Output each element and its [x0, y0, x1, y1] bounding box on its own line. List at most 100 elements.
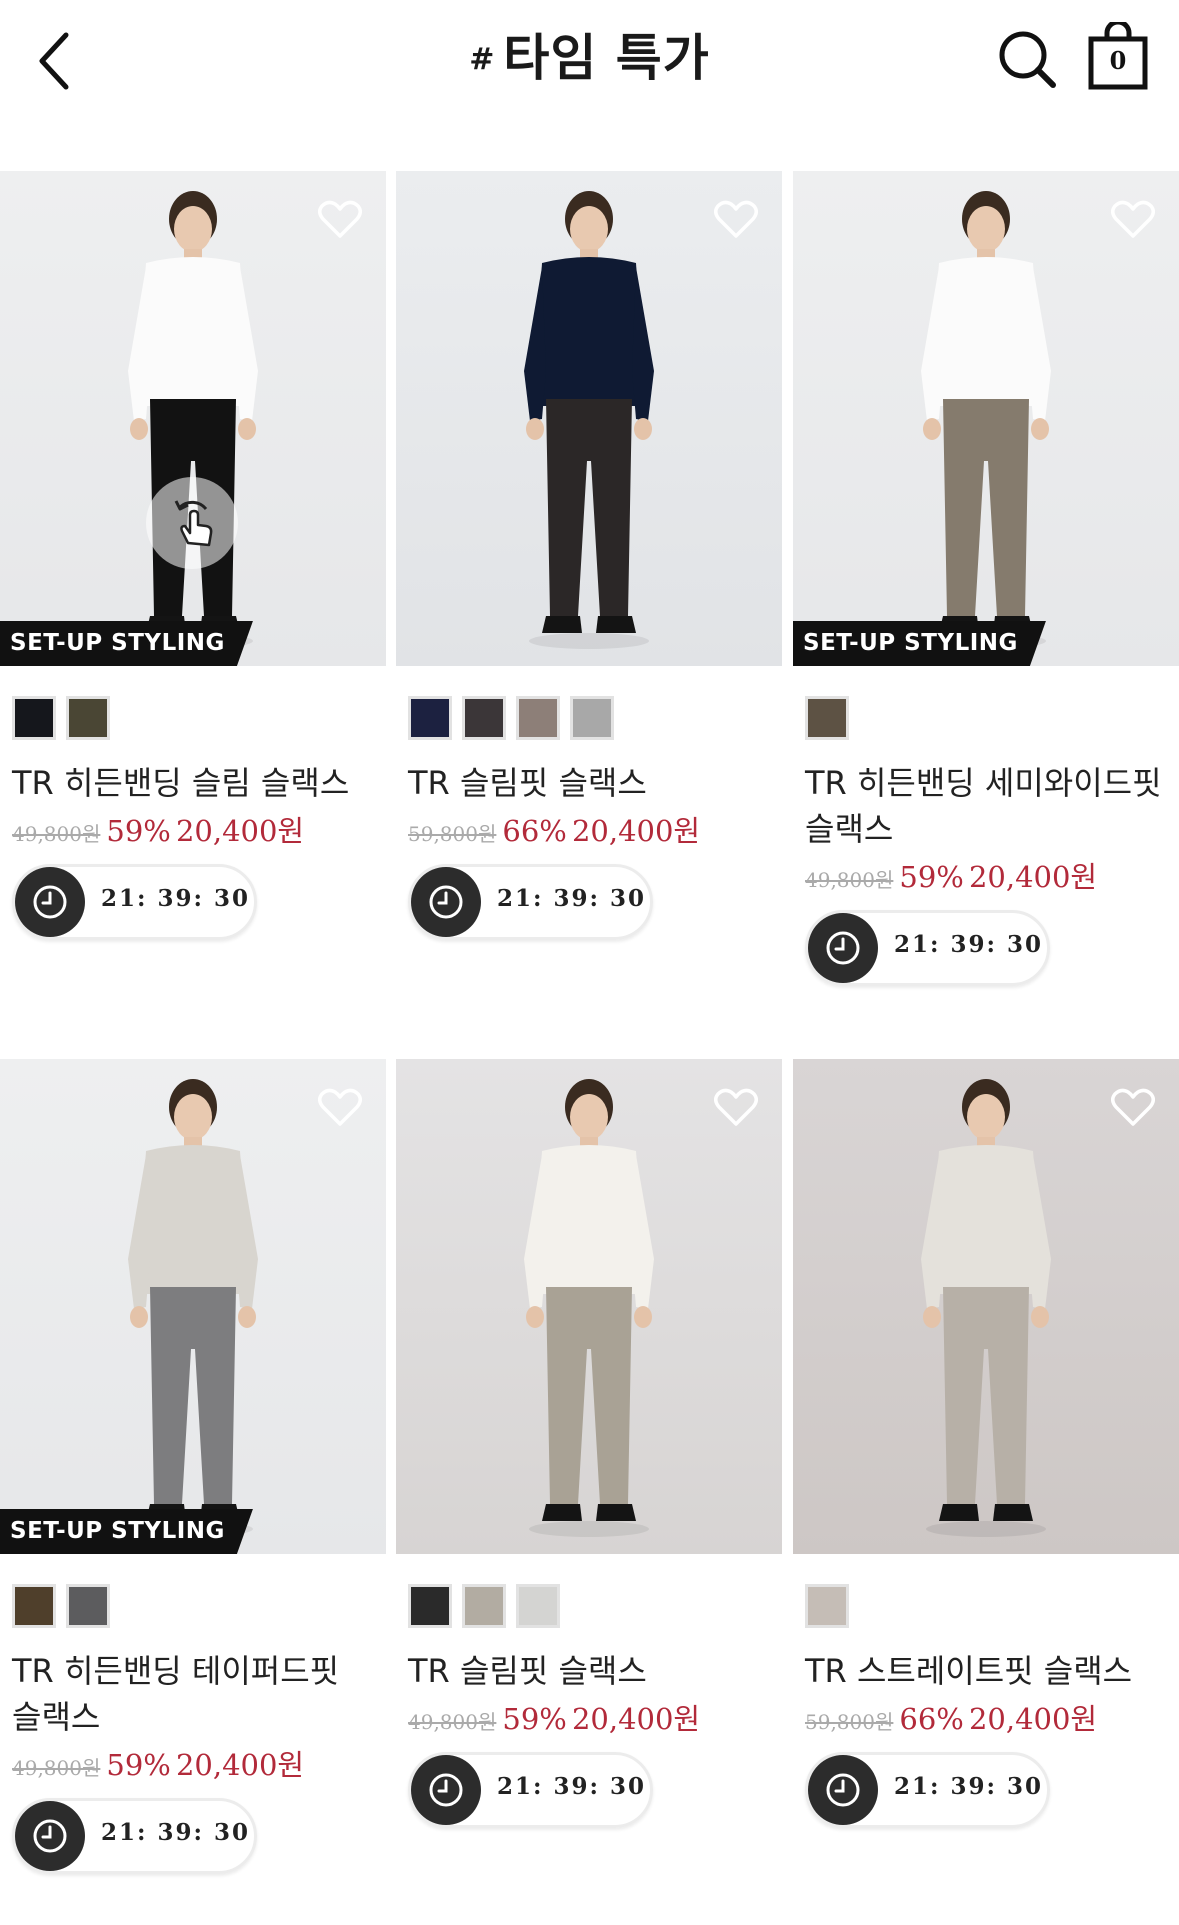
- setup-styling-badge: SET-UP STYLING: [0, 621, 253, 666]
- product-photo[interactable]: SET-UP STYLING: [793, 171, 1179, 666]
- clock-icon: [429, 1773, 463, 1807]
- color-swatch[interactable]: [66, 1584, 110, 1628]
- product-photo-figure: [921, 1079, 1051, 1537]
- heart-icon[interactable]: [1111, 199, 1155, 239]
- product-photo-figure: [128, 191, 258, 649]
- heart-icon[interactable]: [714, 199, 758, 239]
- color-swatches: [408, 1584, 782, 1628]
- countdown-timer: 21: 39: 30: [12, 1798, 257, 1874]
- clock-icon-wrap: [15, 1801, 85, 1871]
- original-price: 49,800원: [12, 1756, 101, 1780]
- price-row: 49,800원 59% 20,400원: [12, 1742, 386, 1784]
- color-swatch[interactable]: [12, 1584, 56, 1628]
- product-card[interactable]: SET-UP STYLING TR 히든밴딩 테이퍼드핏 슬랙스 49,800원 59…: [0, 1059, 386, 1874]
- clock-icon: [33, 885, 67, 919]
- price-row: 59,800원 66% 20,400원: [408, 808, 782, 850]
- color-swatches: [805, 1584, 1179, 1628]
- product-card[interactable]: TR 슬림핏 슬랙스 49,800원 59% 20,400원 21: 39: 30: [396, 1059, 782, 1828]
- color-swatch[interactable]: [516, 1584, 560, 1628]
- clock-icon: [826, 1773, 860, 1807]
- product-photo[interactable]: [396, 171, 782, 666]
- countdown-text: 21: 39: 30: [497, 885, 647, 912]
- discount-rate: 66%: [502, 814, 567, 848]
- countdown-timer: 21: 39: 30: [805, 1752, 1050, 1828]
- color-swatch[interactable]: [408, 1584, 452, 1628]
- product-photo[interactable]: [793, 1059, 1179, 1554]
- price-row: 59,800원 66% 20,400원: [805, 1696, 1179, 1738]
- swipe-hint[interactable]: [146, 477, 238, 569]
- product-photo[interactable]: SET-UP STYLING: [0, 1059, 386, 1554]
- heart-icon[interactable]: [714, 1087, 758, 1127]
- product-name[interactable]: TR 스트레이트핏 슬랙스: [805, 1648, 1171, 1694]
- price-row: 49,800원 59% 20,400원: [408, 1696, 782, 1738]
- color-swatch[interactable]: [462, 1584, 506, 1628]
- color-swatch[interactable]: [805, 696, 849, 740]
- product-photo[interactable]: [396, 1059, 782, 1554]
- product-photo-figure: [128, 1079, 258, 1537]
- countdown-timer: 21: 39: 30: [805, 910, 1050, 986]
- clock-icon-wrap: [411, 1755, 481, 1825]
- product-photo[interactable]: SET-UP STYLING: [0, 171, 386, 666]
- countdown-timer: 21: 39: 30: [408, 864, 653, 940]
- countdown-text: 21: 39: 30: [894, 1773, 1044, 1800]
- clock-icon: [429, 885, 463, 919]
- price-row: 49,800원 59% 20,400원: [805, 854, 1179, 896]
- color-swatch[interactable]: [408, 696, 452, 740]
- discount-rate: 59%: [899, 860, 964, 894]
- color-swatches: [805, 696, 1179, 740]
- title-text: 타임 특가: [503, 29, 710, 87]
- discount-rate: 59%: [106, 1748, 171, 1782]
- discount-rate: 59%: [502, 1702, 567, 1736]
- product-name[interactable]: TR 슬림핏 슬랙스: [408, 1648, 774, 1694]
- product-name[interactable]: TR 슬림핏 슬랙스: [408, 760, 774, 806]
- cart-count-badge: 0: [1109, 46, 1127, 75]
- product-name[interactable]: TR 히든밴딩 세미와이드핏 슬랙스: [805, 760, 1171, 852]
- setup-styling-badge: SET-UP STYLING: [793, 621, 1046, 666]
- color-swatch[interactable]: [570, 696, 614, 740]
- tap-rotate-icon: [174, 500, 213, 547]
- search-icon: [999, 31, 1056, 88]
- sale-price: 20,400원: [571, 814, 701, 848]
- sale-price: 20,400원: [175, 814, 305, 848]
- countdown-timer: 21: 39: 30: [408, 1752, 653, 1828]
- product-card[interactable]: SET-UP STYLING TR 히든밴딩 세미와이드핏 슬랙스 49,800원 5…: [793, 171, 1179, 986]
- sale-price: 20,400원: [968, 860, 1098, 894]
- product-photo-figure: [524, 1079, 654, 1537]
- color-swatches: [408, 696, 782, 740]
- color-swatch[interactable]: [66, 696, 110, 740]
- product-card[interactable]: SET-UP STYLING TR 히든밴딩 슬림 슬랙스 49,800원 59% 2…: [0, 171, 386, 940]
- heart-icon[interactable]: [318, 1087, 362, 1127]
- heart-icon[interactable]: [1111, 1087, 1155, 1127]
- color-swatches: [12, 1584, 386, 1628]
- heart-icon[interactable]: [318, 199, 362, 239]
- top-app-bar: # 타임 특가 0: [0, 0, 1179, 120]
- color-swatches: [12, 696, 386, 740]
- clock-icon-wrap: [411, 867, 481, 937]
- countdown-text: 21: 39: 30: [497, 1773, 647, 1800]
- color-swatch[interactable]: [516, 696, 560, 740]
- clock-icon: [826, 931, 860, 965]
- product-photo-figure: [524, 191, 654, 649]
- color-swatch[interactable]: [12, 696, 56, 740]
- countdown-timer: 21: 39: 30: [12, 864, 257, 940]
- product-photo-figure: [921, 191, 1051, 649]
- search-button[interactable]: [992, 24, 1062, 94]
- original-price: 49,800원: [12, 822, 101, 846]
- discount-rate: 66%: [899, 1702, 964, 1736]
- color-swatch[interactable]: [805, 1584, 849, 1628]
- product-name[interactable]: TR 히든밴딩 슬림 슬랙스: [12, 760, 378, 806]
- sale-price: 20,400원: [968, 1702, 1098, 1736]
- countdown-text: 21: 39: 30: [101, 1819, 251, 1846]
- product-card[interactable]: TR 스트레이트핏 슬랙스 59,800원 66% 20,400원 21: 39: 3…: [793, 1059, 1179, 1828]
- product-card[interactable]: TR 슬림핏 슬랙스 59,800원 66% 20,400원 21: 39: 30: [396, 171, 782, 940]
- original-price: 59,800원: [805, 1710, 894, 1734]
- price-row: 49,800원 59% 20,400원: [12, 808, 386, 850]
- title-hash: #: [469, 42, 496, 77]
- sale-price: 20,400원: [571, 1702, 701, 1736]
- cart-button[interactable]: 0: [1086, 19, 1150, 92]
- color-swatch[interactable]: [462, 696, 506, 740]
- clock-icon: [33, 1819, 67, 1853]
- original-price: 49,800원: [805, 868, 894, 892]
- product-name[interactable]: TR 히든밴딩 테이퍼드핏 슬랙스: [12, 1648, 378, 1740]
- sale-price: 20,400원: [175, 1748, 305, 1782]
